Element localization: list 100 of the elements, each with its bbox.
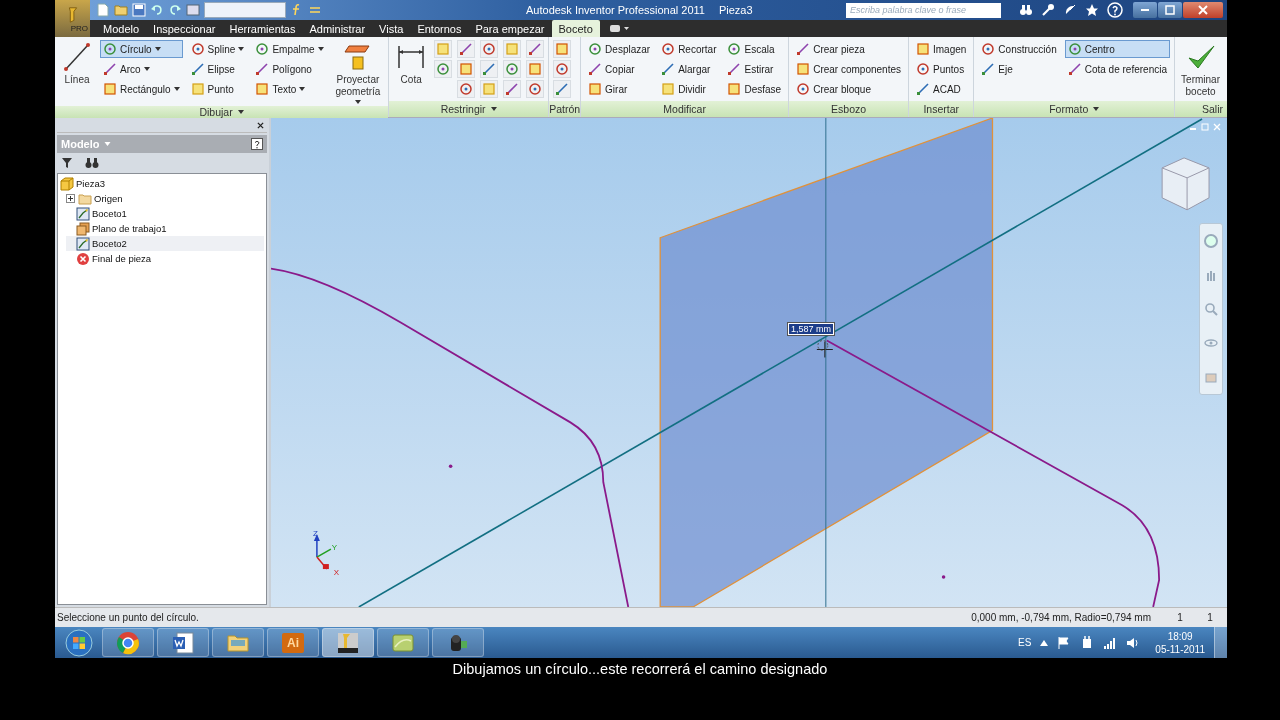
- star-icon[interactable]: [1085, 3, 1099, 17]
- expand-icon[interactable]: [66, 194, 75, 203]
- ribbon-icon-button[interactable]: [526, 80, 545, 98]
- open-folder-icon[interactable]: [114, 3, 128, 17]
- ribbon-icon-button[interactable]: [480, 60, 499, 78]
- taskbar-app-button[interactable]: [157, 628, 209, 657]
- ribbon-tool-button[interactable]: Eje: [978, 60, 1060, 78]
- ribbon-tab[interactable]: Modelo: [96, 20, 147, 37]
- panel-label[interactable]: Esbozo: [789, 101, 908, 117]
- ribbon-tool-button[interactable]: Estirar: [724, 60, 785, 78]
- ribbon-tool-button[interactable]: Crear bloque: [793, 80, 904, 98]
- ribbon-icon-button[interactable]: [503, 60, 522, 78]
- application-menu-button[interactable]: PRO: [55, 0, 90, 37]
- new-file-icon[interactable]: [96, 3, 110, 17]
- ribbon-icon-button[interactable]: [457, 40, 476, 58]
- ribbon-tool-button[interactable]: Alargar: [658, 60, 720, 78]
- modeling-viewport[interactable]: Z Y X 1,587 mm: [269, 118, 1227, 607]
- redo-icon[interactable]: [168, 3, 182, 17]
- ribbon-icon-button[interactable]: [553, 80, 572, 98]
- ribbon-tool-button[interactable]: Copiar: [585, 60, 654, 78]
- panel-label[interactable]: Dibujar: [55, 106, 389, 118]
- close-icon[interactable]: [257, 121, 264, 129]
- binoculars-icon[interactable]: [1019, 3, 1033, 17]
- ribbon-tab[interactable]: Para empezar: [468, 20, 552, 37]
- clock[interactable]: 18:09 05-11-2011: [1155, 629, 1205, 656]
- ribbon-tab[interactable]: Entornos: [410, 20, 469, 37]
- ribbon-tool-button[interactable]: Spline: [187, 40, 248, 58]
- ribbon-tab[interactable]: Administrar: [302, 20, 373, 37]
- maximize-button[interactable]: [1158, 2, 1182, 18]
- tool-icon: [588, 82, 603, 96]
- ribbon-icon-button[interactable]: [526, 40, 545, 58]
- ribbon-tool-button[interactable]: Texto: [252, 80, 327, 98]
- panel-label[interactable]: Salir: [1175, 101, 1227, 117]
- undo-icon[interactable]: [150, 3, 164, 17]
- tree-item[interactable]: Boceto1: [66, 206, 264, 221]
- tree-item[interactable]: Boceto2: [66, 236, 264, 251]
- ribbon-tab[interactable]: Boceto: [551, 20, 600, 37]
- binoculars-icon[interactable]: [85, 157, 99, 169]
- tree-item[interactable]: Pieza3: [60, 176, 264, 191]
- ribbon-icon-button[interactable]: [434, 60, 453, 78]
- close-button[interactable]: [1183, 2, 1223, 18]
- ribbon-tool-button[interactable]: Proyectar geometría: [331, 40, 385, 106]
- panel-label[interactable]: Restringir: [389, 101, 549, 117]
- ribbon-tool-button[interactable]: Imagen: [913, 40, 970, 58]
- ribbon-icon-button[interactable]: [553, 40, 572, 58]
- ribbon-tool-button[interactable]: Puntos: [913, 60, 970, 78]
- dimension-input[interactable]: 1,587 mm: [787, 322, 836, 336]
- panel-label[interactable]: Modificar: [581, 101, 789, 117]
- ribbon-icon-button[interactable]: [480, 40, 499, 58]
- ribbon-tab[interactable]: Herramientas: [222, 20, 303, 37]
- ribbon-tool-button[interactable]: Construcción: [978, 40, 1060, 58]
- taskbar-app-button[interactable]: [432, 628, 484, 657]
- window-icon[interactable]: [186, 3, 200, 17]
- filter-icon[interactable]: [61, 157, 73, 169]
- minimize-button[interactable]: [1133, 2, 1157, 18]
- save-icon[interactable]: [132, 3, 146, 17]
- ribbon-tool-button[interactable]: Recortar: [658, 40, 720, 58]
- ribbon-icon-button[interactable]: [503, 80, 522, 98]
- tree-item[interactable]: Final de pieza: [66, 251, 264, 266]
- ribbon-tab[interactable]: Vista: [372, 20, 411, 37]
- ribbon-tool-button[interactable]: ACAD: [913, 80, 970, 98]
- ribbon-tool-button[interactable]: Terminar boceto: [1178, 40, 1223, 100]
- panel-label[interactable]: Insertar: [909, 101, 974, 117]
- ribbon-icon-button[interactable]: [526, 60, 545, 78]
- tool-icon: [796, 42, 811, 56]
- ribbon-icon-button[interactable]: [457, 80, 476, 98]
- ribbon-tool-button[interactable]: Cota: [393, 40, 430, 88]
- panel-toggle-icon[interactable]: [609, 23, 630, 34]
- taskbar-app-button[interactable]: [322, 628, 374, 657]
- ribbon-icon-button[interactable]: [457, 60, 476, 78]
- ribbon-tool-button[interactable]: Escala: [724, 40, 785, 58]
- ribbon-tool-button[interactable]: Desfase: [724, 80, 785, 98]
- panel-label[interactable]: Patrón: [549, 101, 581, 117]
- tree-item[interactable]: Origen: [66, 191, 264, 206]
- ribbon-tool-button[interactable]: Dividir: [658, 80, 720, 98]
- flag-icon[interactable]: [1057, 635, 1072, 650]
- ribbon-tool-button[interactable]: Girar: [585, 80, 654, 98]
- signal-icon[interactable]: [1103, 635, 1118, 650]
- ribbon-tool-button[interactable]: Línea: [59, 40, 95, 88]
- ribbon-tool-button[interactable]: Cota de referencia: [1064, 60, 1170, 78]
- ribbon-tool-button[interactable]: Crear componentes: [793, 60, 904, 78]
- ribbon-tool-button[interactable]: Elipse: [187, 60, 248, 78]
- caret-up-icon[interactable]: [1040, 639, 1049, 646]
- ribbon-tool-button[interactable]: Empalme: [252, 40, 327, 58]
- ribbon-tool-button[interactable]: Círculo: [100, 40, 183, 58]
- ribbon-tool-button[interactable]: Rectángulo: [100, 80, 183, 98]
- ribbon-tool-button[interactable]: Desplazar: [585, 40, 654, 58]
- help-icon[interactable]: [251, 138, 263, 150]
- ribbon-tab[interactable]: Inspeccionar: [146, 20, 223, 37]
- ribbon-tool-button[interactable]: Punto: [187, 80, 248, 98]
- ribbon-tool-button[interactable]: Centro: [1064, 40, 1170, 58]
- ribbon-tool-button[interactable]: Crear pieza: [793, 40, 904, 58]
- ribbon-tool-button[interactable]: Arco: [100, 60, 183, 78]
- language-indicator[interactable]: ES: [1018, 637, 1032, 648]
- ribbon-tool-button[interactable]: Polígono: [252, 60, 327, 78]
- tree-item[interactable]: Plano de trabajo1: [66, 221, 264, 236]
- ribbon-icon-button[interactable]: [553, 60, 572, 78]
- wrench-icon[interactable]: [1041, 3, 1055, 17]
- speaker-icon[interactable]: [1126, 635, 1141, 650]
- panel-label[interactable]: Formato: [974, 101, 1174, 117]
